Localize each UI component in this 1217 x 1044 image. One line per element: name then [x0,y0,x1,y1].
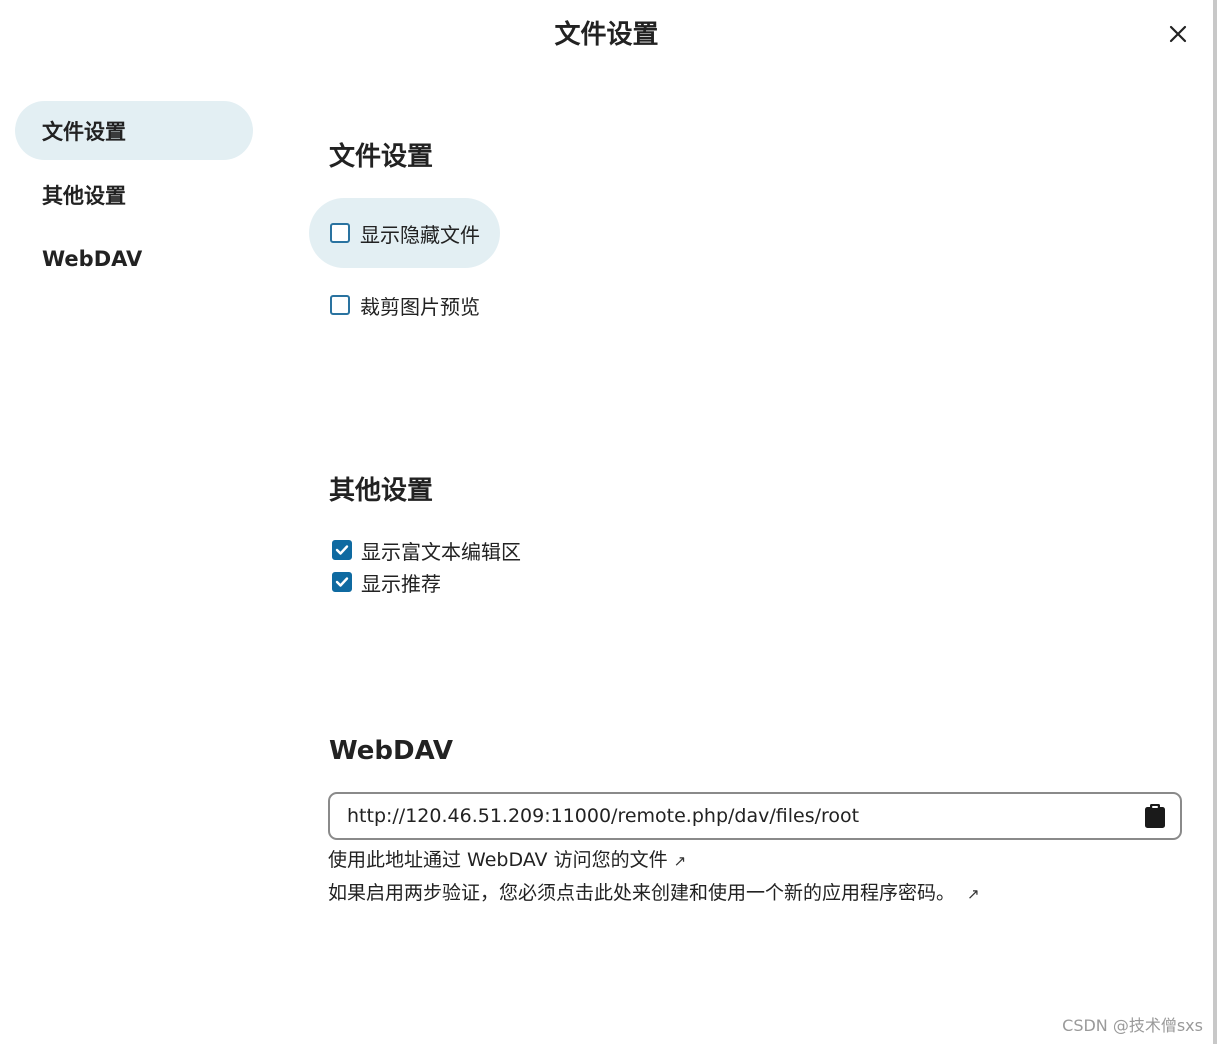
option-label: 显示推荐 [361,571,441,596]
sidebar-item-other-settings[interactable]: 其他设置 [15,165,253,224]
show-rich-text-editor-option[interactable]: 显示富文本编辑区 [332,536,521,564]
option-label: 裁剪图片预览 [360,294,480,319]
option-label: 显示隐藏文件 [360,222,480,247]
sidebar-item-file-settings[interactable]: 文件设置 [15,101,253,160]
settings-sidebar: 文件设置 其他设置 WebDAV [15,101,253,293]
two-factor-note-line: 如果启用两步验证，您必须点击此处来创建和使用一个新的应用程序密码。 ↗ [328,878,980,905]
external-link-icon: ↗ [673,852,687,870]
show-hidden-files-option[interactable]: 显示隐藏文件 [309,198,500,268]
crop-image-preview-checkbox[interactable] [330,295,350,315]
checkmark-icon [335,577,349,587]
window-edge [1213,0,1217,1044]
close-icon [1169,25,1187,43]
dialog-title: 文件设置 [554,20,659,50]
sidebar-item-label: 其他设置 [42,183,126,208]
webdav-url-field [328,792,1182,840]
webdav-help-link[interactable]: 使用此地址通过 WebDAV 访问您的文件 ↗ [328,849,686,871]
show-recommendations-checkbox[interactable] [332,572,352,592]
show-recommendations-option[interactable]: 显示推荐 [332,568,441,596]
show-hidden-files-checkbox[interactable] [330,223,350,243]
external-link-icon: ↗ [967,885,980,903]
show-rich-text-editor-checkbox[interactable] [332,540,352,560]
checkmark-icon [335,545,349,555]
two-factor-note-text: 如果启用两步验证，您必须点击此处来创建和使用一个新的应用程序密码。 [328,882,956,904]
option-label: 显示富文本编辑区 [361,539,521,564]
file-settings-heading: 文件设置 [329,142,434,172]
webdav-heading: WebDAV [329,736,454,766]
sidebar-item-label: WebDAV [42,246,143,271]
crop-image-preview-option[interactable]: 裁剪图片预览 [330,285,480,325]
webdav-help-text: 使用此地址通过 WebDAV 访问您的文件 [328,849,668,871]
watermark: CSDN @技术僧sxs [1062,1016,1203,1035]
sidebar-item-webdav[interactable]: WebDAV [15,229,253,288]
settings-dialog: 文件设置 文件设置 其他设置 WebDAV 文件设置 显示隐藏文件 裁剪图片预览… [0,0,1217,1044]
app-password-link[interactable]: 如果启用两步验证，您必须点击此处来创建和使用一个新的应用程序密码。 ↗ [328,882,980,904]
sidebar-item-label: 文件设置 [42,119,126,144]
close-button[interactable] [1160,16,1196,52]
webdav-url-input[interactable] [330,795,1129,837]
webdav-help-line: 使用此地址通过 WebDAV 访问您的文件 ↗ [328,845,686,872]
other-settings-heading: 其他设置 [329,476,434,506]
clipboard-icon [1145,804,1165,828]
copy-url-button[interactable] [1142,803,1168,829]
